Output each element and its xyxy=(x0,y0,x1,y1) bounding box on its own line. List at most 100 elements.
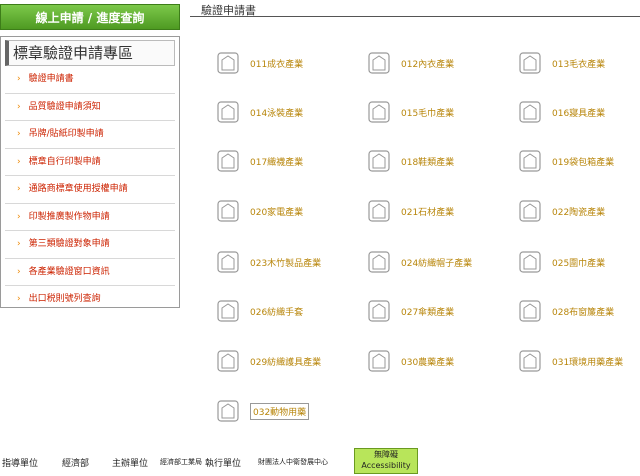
category-link[interactable]: 027傘類產業 xyxy=(363,296,493,326)
category-label: 032動物用藥 xyxy=(250,402,310,420)
stone-icon xyxy=(368,200,390,222)
curtain-icon xyxy=(519,300,541,322)
title-divider xyxy=(190,16,640,17)
category-link[interactable]: 012內衣產業 xyxy=(363,48,493,78)
towel-icon xyxy=(368,101,390,123)
category-link[interactable]: 011成衣產業 xyxy=(212,48,342,78)
category-link[interactable]: 031環境用藥產業 xyxy=(514,346,640,376)
category-label: 017織襪產業 xyxy=(250,157,304,168)
env-medicine-icon xyxy=(519,350,541,372)
category-link[interactable]: 013毛衣產業 xyxy=(514,48,640,78)
shoe-icon xyxy=(368,150,390,172)
badge-sub: Accessibility xyxy=(361,461,411,470)
sidebar-item-label: 通路商標章使用授權申請 xyxy=(28,184,128,194)
category-link[interactable]: 022陶瓷產業 xyxy=(514,196,640,226)
category-label: 031環境用藥產業 xyxy=(552,357,624,368)
scarf-icon xyxy=(519,251,541,273)
sidebar-item-label: 各產業驗證窗口資訊 xyxy=(28,266,110,277)
chevron-right-icon: › xyxy=(17,184,21,194)
category-link[interactable]: 019袋包箱產業 xyxy=(514,146,640,176)
bamboo-icon xyxy=(217,251,239,273)
sweater-icon xyxy=(519,52,541,74)
chevron-right-icon: › xyxy=(17,129,21,139)
sidebar-item[interactable]: › 吊牌/貼紙印製申請 xyxy=(5,121,175,149)
pesticide-icon xyxy=(368,350,390,372)
chevron-right-icon: › xyxy=(17,294,21,304)
sidebar-item[interactable]: › 印製推廣製作物申請 xyxy=(5,204,175,231)
category-label: 023木竹製品產業 xyxy=(250,258,322,269)
chevron-right-icon: › xyxy=(17,239,21,249)
category-label: 025圍巾產業 xyxy=(552,258,606,269)
sidebar-item[interactable]: › 出口税則號列查詢 xyxy=(5,286,175,313)
category-label: 018鞋類產業 xyxy=(401,157,455,168)
ceramic-icon xyxy=(519,200,541,222)
category-label: 014泳裝產業 xyxy=(250,108,304,119)
bedding-icon xyxy=(519,101,541,123)
exec-label: 執行單位 xyxy=(205,459,242,469)
category-link[interactable]: 014泳裝產業 xyxy=(212,97,342,127)
category-link[interactable]: 023木竹製品產業 xyxy=(212,247,342,277)
sidebar-item-label: 第三類驗證對象申請 xyxy=(28,239,110,249)
category-label: 029紡織護具產業 xyxy=(250,357,322,368)
category-link[interactable]: 017織襪產業 xyxy=(212,146,342,176)
bag-icon xyxy=(519,150,541,172)
guide-label: 指導單位 xyxy=(2,459,39,469)
sidebar-item-label: 印製推廣製作物申請 xyxy=(28,211,110,222)
chevron-right-icon: › xyxy=(17,266,21,277)
sidebar-item[interactable]: › 標章自行印製申請 xyxy=(5,149,175,176)
category-link[interactable]: 024紡織帽子產業 xyxy=(363,247,493,277)
chevron-right-icon: › xyxy=(17,156,21,167)
sidebar-item[interactable]: › 驗證申請書 xyxy=(5,66,175,94)
umbrella-icon xyxy=(368,300,390,322)
category-label: 015毛巾產業 xyxy=(401,108,455,119)
category-label: 022陶瓷產業 xyxy=(552,207,606,218)
sidebar-item[interactable]: › 品質驗證申請須知 xyxy=(5,94,175,121)
sidebar-item-label: 出口税則號列查詢 xyxy=(28,294,101,304)
category-link[interactable]: 016寢具產業 xyxy=(514,97,640,127)
category-label: 016寢具產業 xyxy=(552,108,606,119)
category-link[interactable]: 032動物用藥 xyxy=(212,396,342,426)
host-label: 主辦單位 xyxy=(112,459,149,469)
footer: 指導單位 經濟部 主辦單位 經濟部工業局 執行單位 財團法人中衛發展中心 無障礙… xyxy=(0,448,640,474)
category-label: 024紡織帽子產業 xyxy=(401,258,473,269)
category-link[interactable]: 018鞋類產業 xyxy=(363,146,493,176)
protector-icon xyxy=(217,350,239,372)
category-label: 026紡織手套 xyxy=(250,307,304,318)
badge-text: 無障礙 xyxy=(374,450,398,459)
category-link[interactable]: 025圍巾產業 xyxy=(514,247,640,277)
category-label: 020家電產業 xyxy=(250,207,304,218)
online-application-button[interactable]: 線上申請 / 進度查詢 xyxy=(0,4,180,30)
category-label: 019袋包箱產業 xyxy=(552,157,615,168)
sidebar-item-label: 標章自行印製申請 xyxy=(28,156,101,167)
sidebar-item[interactable]: › 第三類驗證對象申請 xyxy=(5,231,175,259)
guide-org: 經濟部 xyxy=(62,459,90,469)
category-link[interactable]: 029紡織護具產業 xyxy=(212,346,342,376)
sidebar-item-label: 驗證申請書 xyxy=(28,74,74,84)
exec-org: 財團法人中衛發展中心 xyxy=(258,458,328,466)
swimsuit-icon xyxy=(217,101,239,123)
sidebar-item[interactable]: › 通路商標章使用授權申請 xyxy=(5,176,175,204)
category-link[interactable]: 030農藥產業 xyxy=(363,346,493,376)
category-link[interactable]: 015毛巾產業 xyxy=(363,97,493,127)
underwear-icon xyxy=(368,52,390,74)
category-label: 012內衣產業 xyxy=(401,59,455,70)
sidebar: 標章驗證申請專區 › 驗證申請書 › 品質驗證申請須知 › 吊牌/貼紙印製申請 › 標章自行印… xyxy=(0,36,180,308)
chevron-right-icon: › xyxy=(17,211,21,222)
sidebar-item-label: 品質驗證申請須知 xyxy=(28,101,101,112)
category-link[interactable]: 020家電產業 xyxy=(212,196,342,226)
appliance-icon xyxy=(217,200,239,222)
sidebar-item[interactable]: › 各產業驗證窗口資訊 xyxy=(5,259,175,286)
category-link[interactable]: 021石材產業 xyxy=(363,196,493,226)
glove-icon xyxy=(217,300,239,322)
chevron-right-icon: › xyxy=(17,101,21,112)
category-label: 021石材產業 xyxy=(401,207,455,218)
accessibility-badge[interactable]: 無障礙 Accessibility xyxy=(354,448,418,474)
category-link[interactable]: 026紡織手套 xyxy=(212,296,342,326)
category-label: 011成衣產業 xyxy=(250,59,304,70)
sidebar-title: 標章驗證申請專區 xyxy=(5,40,175,66)
shirt-icon xyxy=(217,52,239,74)
sidebar-item-label: 吊牌/貼紙印製申請 xyxy=(28,129,104,139)
category-link[interactable]: 028布窗簾產業 xyxy=(514,296,640,326)
vet-medicine-icon xyxy=(217,400,239,422)
category-label: 030農藥產業 xyxy=(401,357,455,368)
